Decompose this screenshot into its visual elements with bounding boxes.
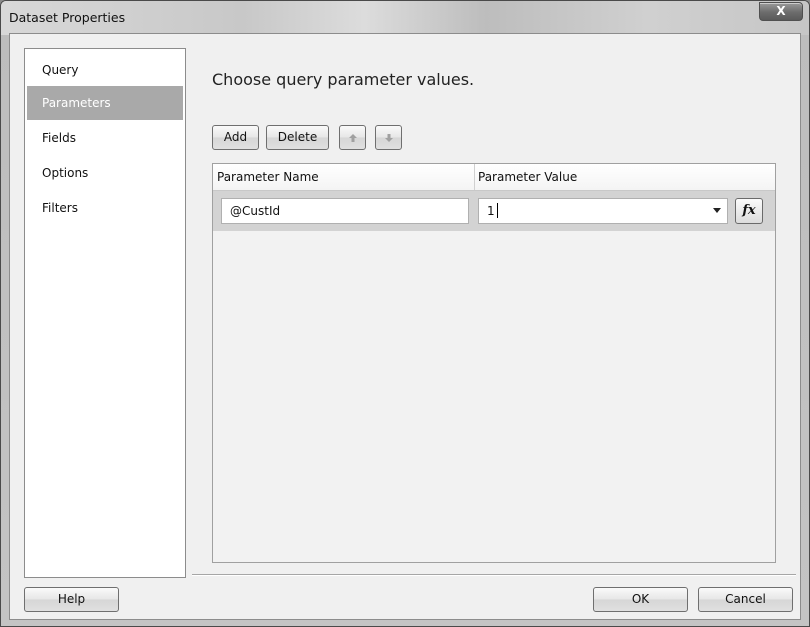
sidebar-item-fields[interactable]: Fields bbox=[27, 121, 183, 155]
sidebar-item-filters[interactable]: Filters bbox=[27, 191, 183, 225]
sidebar-item-label: Query bbox=[42, 63, 79, 77]
parameter-value-combobox[interactable]: 1 bbox=[478, 198, 728, 224]
title-bar[interactable]: Dataset Properties X bbox=[1, 1, 809, 35]
chevron-down-icon[interactable] bbox=[713, 208, 721, 213]
column-divider[interactable] bbox=[474, 164, 475, 190]
page-title: Choose query parameter values. bbox=[212, 70, 475, 89]
column-header-parameter-value[interactable]: Parameter Value bbox=[478, 170, 577, 184]
sidebar-item-label: Parameters bbox=[42, 96, 111, 110]
move-up-button[interactable] bbox=[339, 125, 366, 150]
close-button[interactable]: X bbox=[759, 2, 803, 21]
grid-header: Parameter Name Parameter Value bbox=[213, 164, 775, 191]
cancel-button[interactable]: Cancel bbox=[698, 587, 793, 612]
close-icon: X bbox=[776, 4, 786, 18]
parameter-name-field[interactable]: @CustId bbox=[221, 198, 469, 224]
sidebar-item-query[interactable]: Query bbox=[27, 53, 183, 87]
arrow-up-icon bbox=[348, 134, 357, 142]
table-row[interactable]: @CustId 1 fx bbox=[213, 191, 775, 231]
expression-button[interactable]: fx bbox=[735, 198, 763, 224]
delete-button[interactable]: Delete bbox=[266, 125, 329, 150]
help-button[interactable]: Help bbox=[24, 587, 119, 612]
footer-divider-highlight bbox=[192, 575, 796, 576]
sidebar-item-options[interactable]: Options bbox=[27, 156, 183, 190]
ok-button[interactable]: OK bbox=[593, 587, 688, 612]
parameter-name-value: @CustId bbox=[230, 204, 281, 218]
window-title: Dataset Properties bbox=[9, 10, 126, 25]
dialog-client-area: Query Parameters Fields Options Filters … bbox=[9, 33, 801, 620]
add-button[interactable]: Add bbox=[212, 125, 259, 150]
dataset-properties-dialog: Dataset Properties X Query Parameters Fi… bbox=[0, 0, 810, 627]
parameter-value-text: 1 bbox=[487, 204, 495, 218]
sidebar-item-parameters[interactable]: Parameters bbox=[27, 86, 183, 120]
column-header-parameter-name[interactable]: Parameter Name bbox=[217, 170, 319, 184]
move-down-button[interactable] bbox=[375, 125, 402, 150]
sidebar-item-label: Filters bbox=[42, 201, 78, 215]
function-fx-icon: fx bbox=[742, 203, 756, 218]
arrow-down-icon bbox=[384, 134, 393, 142]
sidebar-nav: Query Parameters Fields Options Filters bbox=[24, 48, 186, 578]
sidebar-item-label: Options bbox=[42, 166, 89, 180]
text-caret bbox=[496, 203, 498, 218]
sidebar-item-label: Fields bbox=[42, 131, 76, 145]
parameters-grid: Parameter Name Parameter Value @CustId 1… bbox=[212, 163, 776, 563]
